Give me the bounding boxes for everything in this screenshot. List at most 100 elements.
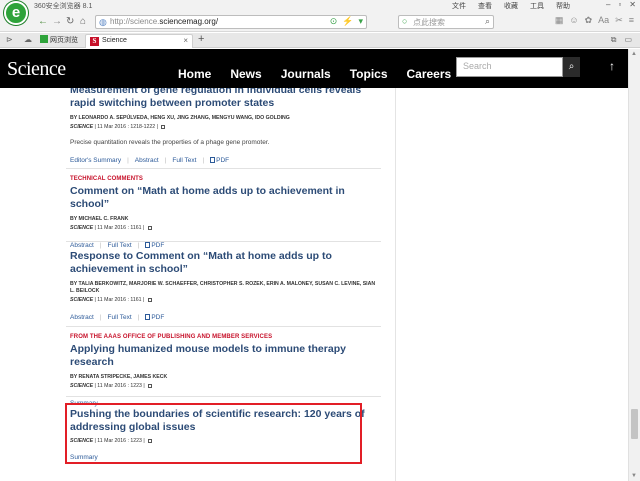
- pdf-icon: [210, 157, 216, 163]
- browser-search-input[interactable]: 点此搜索: [413, 17, 445, 28]
- tab-bar-right-icons: ⧉ ▭: [611, 35, 632, 45]
- window-controls: – ▫ ✕: [606, 0, 636, 9]
- search-icon: ⌕: [568, 61, 575, 72]
- site-search-button[interactable]: ⌕: [563, 57, 580, 77]
- nav-home[interactable]: Home: [178, 67, 211, 81]
- menu-favorites[interactable]: 收藏: [504, 1, 518, 11]
- new-tab-icon[interactable]: +: [198, 33, 204, 45]
- url-dropdown-icon[interactable]: ▾: [358, 16, 363, 27]
- browser-tab-bar: ⊳ ☁ 网页浏览 S Science × + ⧉ ▭: [0, 33, 640, 48]
- apps-icon[interactable]: ▦: [555, 15, 564, 26]
- lock-icon: [161, 125, 166, 129]
- browser-menu-bar: 文件 查看 收藏 工具 帮助: [452, 1, 570, 11]
- editors-summary-link[interactable]: Editor's Summary: [70, 157, 121, 164]
- home-icon[interactable]: ⌂: [80, 15, 86, 29]
- article-title[interactable]: Response to Comment on “Math at home add…: [70, 250, 380, 275]
- full-text-link[interactable]: Full Text: [108, 242, 132, 249]
- address-bar-buttons: ⊙ ⚡ ▾: [330, 16, 363, 27]
- close-icon[interactable]: ✕: [629, 0, 636, 9]
- menu-view[interactable]: 查看: [478, 1, 492, 11]
- scroll-down-icon[interactable]: ▼: [631, 473, 637, 479]
- extension-icon[interactable]: ✿: [585, 15, 593, 26]
- article-title[interactable]: Measurement of gene regulation in indivi…: [70, 88, 380, 109]
- forward-icon[interactable]: →: [52, 15, 62, 29]
- nav-news[interactable]: News: [230, 67, 261, 81]
- article-links: Abstract | Full Text | PDF: [70, 242, 165, 249]
- article-authors: By Talia Berkowitz, Marjorie W. Schaeffe…: [70, 281, 376, 294]
- sidebar-toggle-icon[interactable]: ⊳: [6, 35, 13, 44]
- nav-topics[interactable]: Topics: [350, 67, 388, 81]
- translate-icon[interactable]: Aa: [598, 15, 609, 26]
- menu-help[interactable]: 帮助: [556, 1, 570, 11]
- screenshot-icon[interactable]: ✂: [615, 15, 623, 26]
- pdf-link[interactable]: PDF: [145, 242, 164, 249]
- article-divider: [66, 241, 381, 242]
- nav-careers[interactable]: Careers: [407, 67, 452, 81]
- page-scrollbar[interactable]: ▲ ▼: [628, 49, 640, 481]
- science-logo[interactable]: Science: [7, 58, 66, 81]
- article-title[interactable]: Comment on “Math at home adds up to achi…: [70, 185, 380, 210]
- browser-app-title: 360安全浏览器 8.1: [34, 3, 93, 10]
- highlight-box: [65, 403, 362, 464]
- tab-list-icon[interactable]: ▭: [624, 35, 632, 45]
- science-favicon-icon: S: [90, 37, 99, 46]
- account-icon[interactable]: ☺: [569, 15, 578, 26]
- pdf-icon: [145, 314, 151, 320]
- tab-close-icon[interactable]: ×: [183, 36, 188, 45]
- scroll-up-icon[interactable]: ▲: [631, 51, 637, 57]
- article-kicker: From the AAAS Office of Publishing and M…: [70, 334, 273, 340]
- abstract-link[interactable]: Abstract: [70, 314, 94, 321]
- arrow-up-icon: ↑: [609, 59, 615, 73]
- browser-title-bar: e 360安全浏览器 8.1 文件 查看 收藏 工具 帮助 – ▫ ✕: [0, 0, 640, 25]
- address-bar[interactable]: ◍ http://science.sciencemag.org/ ⊙ ⚡ ▾: [95, 15, 367, 29]
- maximize-icon[interactable]: ▫: [618, 0, 621, 9]
- cloud-icon[interactable]: ☁: [24, 35, 32, 44]
- browser-nav-bar: ← → ↻ ⌂ ◍ http://science.sciencemag.org/…: [0, 12, 640, 32]
- full-text-link[interactable]: Full Text: [172, 157, 196, 164]
- article-citation: SCIENCE | 11 Mar 2016 : 1161 |: [70, 225, 380, 231]
- tab-science[interactable]: S Science ×: [85, 34, 193, 48]
- site-search-input[interactable]: Search: [456, 57, 563, 77]
- more-menu-icon[interactable]: ≡: [629, 15, 634, 26]
- address-url[interactable]: http://science.sciencemag.org/: [110, 17, 218, 26]
- article-summary: Precise quantitation reveals the propert…: [70, 139, 270, 146]
- tab-label: Science: [102, 37, 127, 44]
- nav-journals[interactable]: Journals: [281, 67, 331, 81]
- security-icon[interactable]: ⊙: [330, 16, 338, 27]
- browser-search-box[interactable]: ○ 点此搜索 ⌕: [398, 15, 494, 29]
- lock-icon: [147, 298, 152, 302]
- back-icon[interactable]: ←: [38, 15, 48, 29]
- search-icon[interactable]: ⌕: [485, 16, 490, 27]
- article-citation: SCIENCE | 11 Mar 2016 : 1223 |: [70, 383, 380, 389]
- refresh-icon[interactable]: ↻: [66, 15, 74, 29]
- browser-logo-icon: e: [4, 1, 28, 25]
- column-divider: [395, 88, 396, 481]
- article-item: Measurement of gene regulation in indivi…: [70, 88, 380, 164]
- menu-file[interactable]: 文件: [452, 1, 466, 11]
- menu-tools[interactable]: 工具: [530, 1, 544, 11]
- full-text-link[interactable]: Full Text: [108, 314, 132, 321]
- pdf-icon: [145, 242, 151, 248]
- article-authors: By Leonardo A. Sepúlveda, Heng Xu, Jing …: [70, 115, 290, 121]
- article-links: Editor's Summary | Abstract | Full Text | PDF: [70, 157, 230, 164]
- minimize-icon[interactable]: –: [606, 0, 610, 9]
- abstract-link[interactable]: Abstract: [70, 242, 94, 249]
- scrollbar-thumb[interactable]: [631, 409, 638, 439]
- pdf-link[interactable]: PDF: [145, 314, 164, 321]
- lightning-icon[interactable]: ⚡: [342, 16, 353, 27]
- search-engine-icon[interactable]: ○: [402, 16, 407, 26]
- article-citation: SCIENCE | 11 Mar 2016 : 1218-1222 |: [70, 124, 380, 130]
- pdf-link[interactable]: PDF: [210, 157, 229, 164]
- article-title[interactable]: Applying humanized mouse models to immun…: [70, 343, 380, 368]
- restore-tab-icon[interactable]: ⧉: [611, 35, 617, 45]
- lock-icon: [147, 226, 152, 230]
- lock-icon: [148, 384, 153, 388]
- article-divider: [66, 168, 381, 169]
- article-item: Response to Comment on “Math at home add…: [70, 250, 380, 321]
- article-list: Measurement of gene regulation in indivi…: [0, 88, 628, 481]
- bookmark-web-browsing[interactable]: 网页浏览: [40, 35, 78, 45]
- article-authors: By Michael C. Frank: [70, 216, 129, 222]
- abstract-link[interactable]: Abstract: [135, 157, 159, 164]
- article-item: Technical Comments Comment on “Math at h…: [70, 176, 380, 249]
- scroll-to-top-button[interactable]: ↑: [606, 59, 618, 75]
